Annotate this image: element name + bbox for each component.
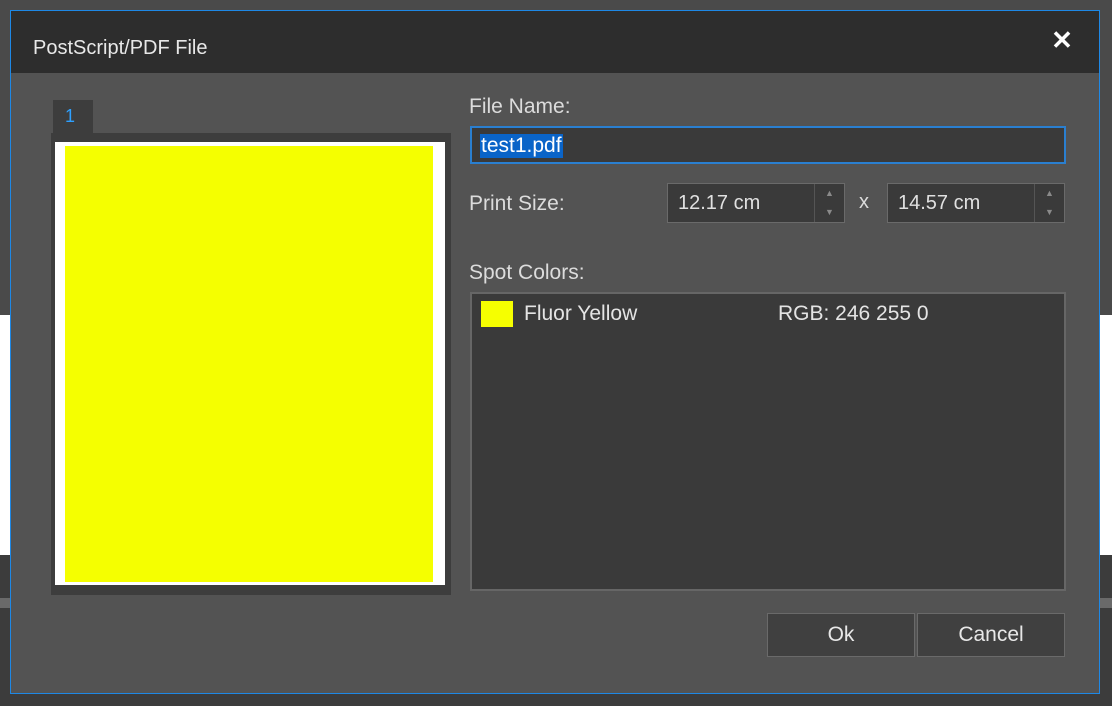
- postscript-pdf-dialog: PostScript/PDF File ✕ 1 File Name: test1…: [10, 10, 1100, 694]
- dialog-titlebar: PostScript/PDF File ✕: [11, 11, 1099, 73]
- print-height-down-icon[interactable]: ▼: [1035, 203, 1064, 222]
- spot-color-name: Fluor Yellow: [524, 302, 638, 325]
- spot-colors-list[interactable]: Fluor Yellow RGB: 246 255 0: [470, 292, 1066, 591]
- print-height-up-icon[interactable]: ▲: [1035, 184, 1064, 203]
- print-width-spinbox[interactable]: 12.17 cm ▲ ▼: [667, 183, 845, 223]
- print-width-value: 12.17 cm: [678, 192, 761, 214]
- file-name-value: test1.pdf: [480, 134, 563, 158]
- print-width-down-icon[interactable]: ▼: [815, 203, 844, 222]
- spot-color-rgb: RGB: 246 255 0: [778, 302, 929, 325]
- close-icon[interactable]: ✕: [1045, 23, 1079, 57]
- print-height-arrows: ▲ ▼: [1034, 184, 1064, 222]
- preview-page-tab[interactable]: 1: [53, 100, 93, 136]
- preview-page-color: [65, 146, 433, 582]
- print-width-up-icon[interactable]: ▲: [815, 184, 844, 203]
- cancel-button[interactable]: Cancel: [917, 613, 1065, 657]
- spot-color-swatch: [481, 301, 513, 327]
- file-name-input[interactable]: test1.pdf: [470, 126, 1066, 164]
- spot-color-item[interactable]: Fluor Yellow RGB: 246 255 0: [472, 294, 1064, 332]
- preview-page-tab-label: 1: [65, 106, 76, 126]
- file-name-label: File Name:: [469, 95, 571, 118]
- print-height-spinbox[interactable]: 14.57 cm ▲ ▼: [887, 183, 1065, 223]
- print-size-label: Print Size:: [469, 192, 565, 215]
- ok-button[interactable]: Ok: [767, 613, 915, 657]
- dialog-title: PostScript/PDF File: [33, 37, 208, 59]
- spot-colors-label: Spot Colors:: [469, 261, 585, 284]
- print-width-arrows: ▲ ▼: [814, 184, 844, 222]
- print-size-separator: x: [859, 191, 869, 213]
- print-height-value: 14.57 cm: [898, 192, 981, 214]
